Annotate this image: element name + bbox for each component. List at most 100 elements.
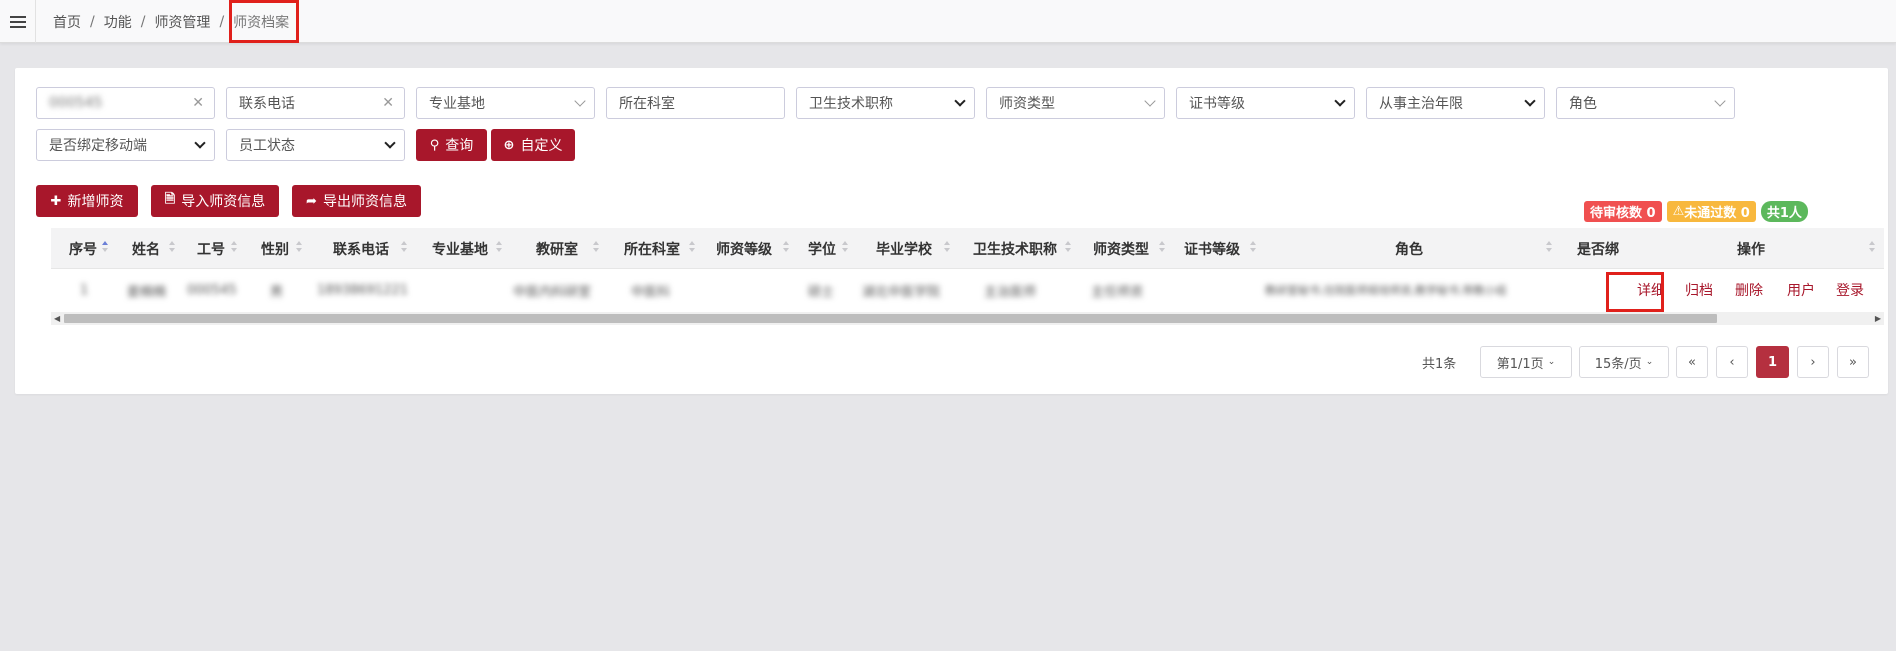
add-teacher-button[interactable]: ✚ 新增师资 <box>36 185 138 217</box>
last-page-button[interactable]: » <box>1837 346 1869 378</box>
chevron-down-icon <box>1334 95 1346 107</box>
col-school[interactable]: 毕业学校 <box>876 228 932 269</box>
sort-icon[interactable] <box>783 241 789 255</box>
years-label: 从事主治年限 <box>1379 96 1463 112</box>
clear-icon[interactable]: ✕ <box>192 95 204 111</box>
col-base-label: 专业基地 <box>432 241 488 258</box>
col-gender[interactable]: 性别 <box>261 228 289 269</box>
zoom-search-icon: ⊕ <box>503 137 515 153</box>
main-panel: 000545 ✕ 联系电话 ✕ 专业基地 所在科室 卫生技术职称 师资类型 证书… <box>15 68 1888 394</box>
scroll-right-icon[interactable]: ▶ <box>1875 314 1881 323</box>
archive-link[interactable]: 归档 <box>1685 269 1713 311</box>
cell-role: 教研室秘书,住院医师规培师资,教学秘书,带教小组 <box>1265 284 1507 297</box>
hamburger-icon <box>9 15 26 28</box>
sort-icon[interactable] <box>496 241 502 255</box>
chevron-down-icon <box>574 95 586 107</box>
col-mobile-bound[interactable]: 是否绑 <box>1577 228 1619 269</box>
sort-icon[interactable] <box>231 241 237 255</box>
cell-tech-title: 主治医师 <box>984 284 1037 300</box>
horizontal-scrollbar[interactable]: ◀ ▶ <box>51 312 1884 325</box>
breadcrumb-separator: / <box>219 13 225 30</box>
cell-index: 1 <box>80 282 89 298</box>
col-cert-level[interactable]: 证书等级 <box>1184 228 1240 269</box>
add-teacher-label: 新增师资 <box>67 194 124 210</box>
phone-placeholder: 联系电话 <box>239 96 295 112</box>
employee-id-input[interactable]: 000545 ✕ <box>36 87 215 119</box>
current-page-button[interactable]: 1 <box>1756 346 1789 378</box>
detail-link[interactable]: 详细 <box>1637 269 1665 311</box>
teacher-type-select[interactable]: 师资类型 <box>986 87 1165 119</box>
staff-status-label: 员工状态 <box>239 138 295 154</box>
menu-toggle-button[interactable] <box>0 0 36 43</box>
col-teacher-type[interactable]: 师资类型 <box>1093 228 1149 269</box>
login-link[interactable]: 登录 <box>1836 269 1864 311</box>
breadcrumb-separator: / <box>90 13 95 30</box>
first-page-button[interactable]: « <box>1676 346 1708 378</box>
col-index[interactable]: 序号 <box>69 228 97 269</box>
breadcrumb-mgmt[interactable]: 师资管理 <box>154 12 210 32</box>
custom-label: 自定义 <box>520 138 563 154</box>
next-page-button[interactable]: › <box>1797 346 1829 378</box>
staff-status-select[interactable]: 员工状态 <box>226 129 405 161</box>
col-degree[interactable]: 学位 <box>808 228 836 269</box>
base-select[interactable]: 专业基地 <box>416 87 595 119</box>
sort-icon[interactable] <box>842 241 848 255</box>
per-page-select[interactable]: 15条/页 ⌄ <box>1579 346 1669 378</box>
sort-icon[interactable] <box>102 241 108 255</box>
export-button[interactable]: ➦ 导出师资信息 <box>292 185 421 217</box>
col-dept[interactable]: 所在科室 <box>624 228 680 269</box>
tech-title-select[interactable]: 卫生技术职称 <box>796 87 975 119</box>
user-link[interactable]: 用户 <box>1787 269 1815 311</box>
cell-phone: 18938691221 <box>317 282 408 298</box>
sort-icon[interactable] <box>296 241 302 255</box>
page-select-label: 第1/1页 <box>1496 356 1544 372</box>
col-base[interactable]: 专业基地 <box>432 228 488 269</box>
cell-office: 中医内科研室 <box>513 284 592 300</box>
col-phone[interactable]: 联系电话 <box>333 228 389 269</box>
teacher-type-label: 师资类型 <box>999 96 1055 112</box>
delete-link[interactable]: 删除 <box>1735 269 1763 311</box>
chevron-down-icon <box>194 137 206 149</box>
cell-name: 姜楠楠 <box>127 284 167 300</box>
col-emp-no[interactable]: 工号 <box>197 228 225 269</box>
cell-dept: 中医科 <box>631 284 671 300</box>
role-label: 角色 <box>1569 96 1597 112</box>
sort-icon[interactable] <box>1159 241 1165 255</box>
sort-icon[interactable] <box>1546 241 1552 255</box>
scroll-left-icon[interactable]: ◀ <box>54 314 60 323</box>
role-select[interactable]: 角色 <box>1556 87 1735 119</box>
breadcrumb-home[interactable]: 首页 <box>53 12 81 32</box>
col-role[interactable]: 角色 <box>1395 228 1423 269</box>
mobile-bound-label: 是否绑定移动端 <box>49 138 147 154</box>
sort-icon[interactable] <box>689 241 695 255</box>
search-icon: ⚲ <box>429 137 440 153</box>
phone-input[interactable]: 联系电话 ✕ <box>226 87 405 119</box>
sort-icon[interactable] <box>1065 241 1071 255</box>
page-select[interactable]: 第1/1页 ⌄ <box>1480 346 1572 378</box>
prev-page-button[interactable]: ‹ <box>1716 346 1748 378</box>
col-level-label: 师资等级 <box>716 241 772 258</box>
sort-icon[interactable] <box>944 241 950 255</box>
sort-icon[interactable] <box>401 241 407 255</box>
cert-level-select[interactable]: 证书等级 <box>1176 87 1355 119</box>
sort-icon[interactable] <box>1250 241 1256 255</box>
import-button[interactable]: 🗎 导入师资信息 <box>151 185 279 217</box>
scroll-thumb[interactable] <box>64 314 1717 323</box>
clear-icon[interactable]: ✕ <box>382 95 394 111</box>
dept-input[interactable]: 所在科室 <box>606 87 785 119</box>
summary-badges: 待审核数 0 ⚠ 未通过数 0 共1人 <box>1584 201 1808 222</box>
col-level[interactable]: 师资等级 <box>716 228 772 269</box>
years-select[interactable]: 从事主治年限 <box>1366 87 1545 119</box>
sort-icon[interactable] <box>593 241 599 255</box>
col-office[interactable]: 教研室 <box>536 228 578 269</box>
col-name[interactable]: 姓名 <box>132 228 160 269</box>
sort-icon[interactable] <box>169 241 175 255</box>
col-tech-title[interactable]: 卫生技术职称 <box>973 228 1057 269</box>
query-button[interactable]: ⚲ 查询 <box>416 129 487 161</box>
breadcrumb-func[interactable]: 功能 <box>104 12 132 32</box>
cell-gender: 男 <box>270 284 284 300</box>
sort-icon[interactable] <box>1869 241 1875 255</box>
top-bar: 首页 / 功能 / 师资管理 / 师资档案 <box>0 0 1896 43</box>
custom-button[interactable]: ⊕ 自定义 <box>491 129 575 161</box>
mobile-bound-select[interactable]: 是否绑定移动端 <box>36 129 215 161</box>
